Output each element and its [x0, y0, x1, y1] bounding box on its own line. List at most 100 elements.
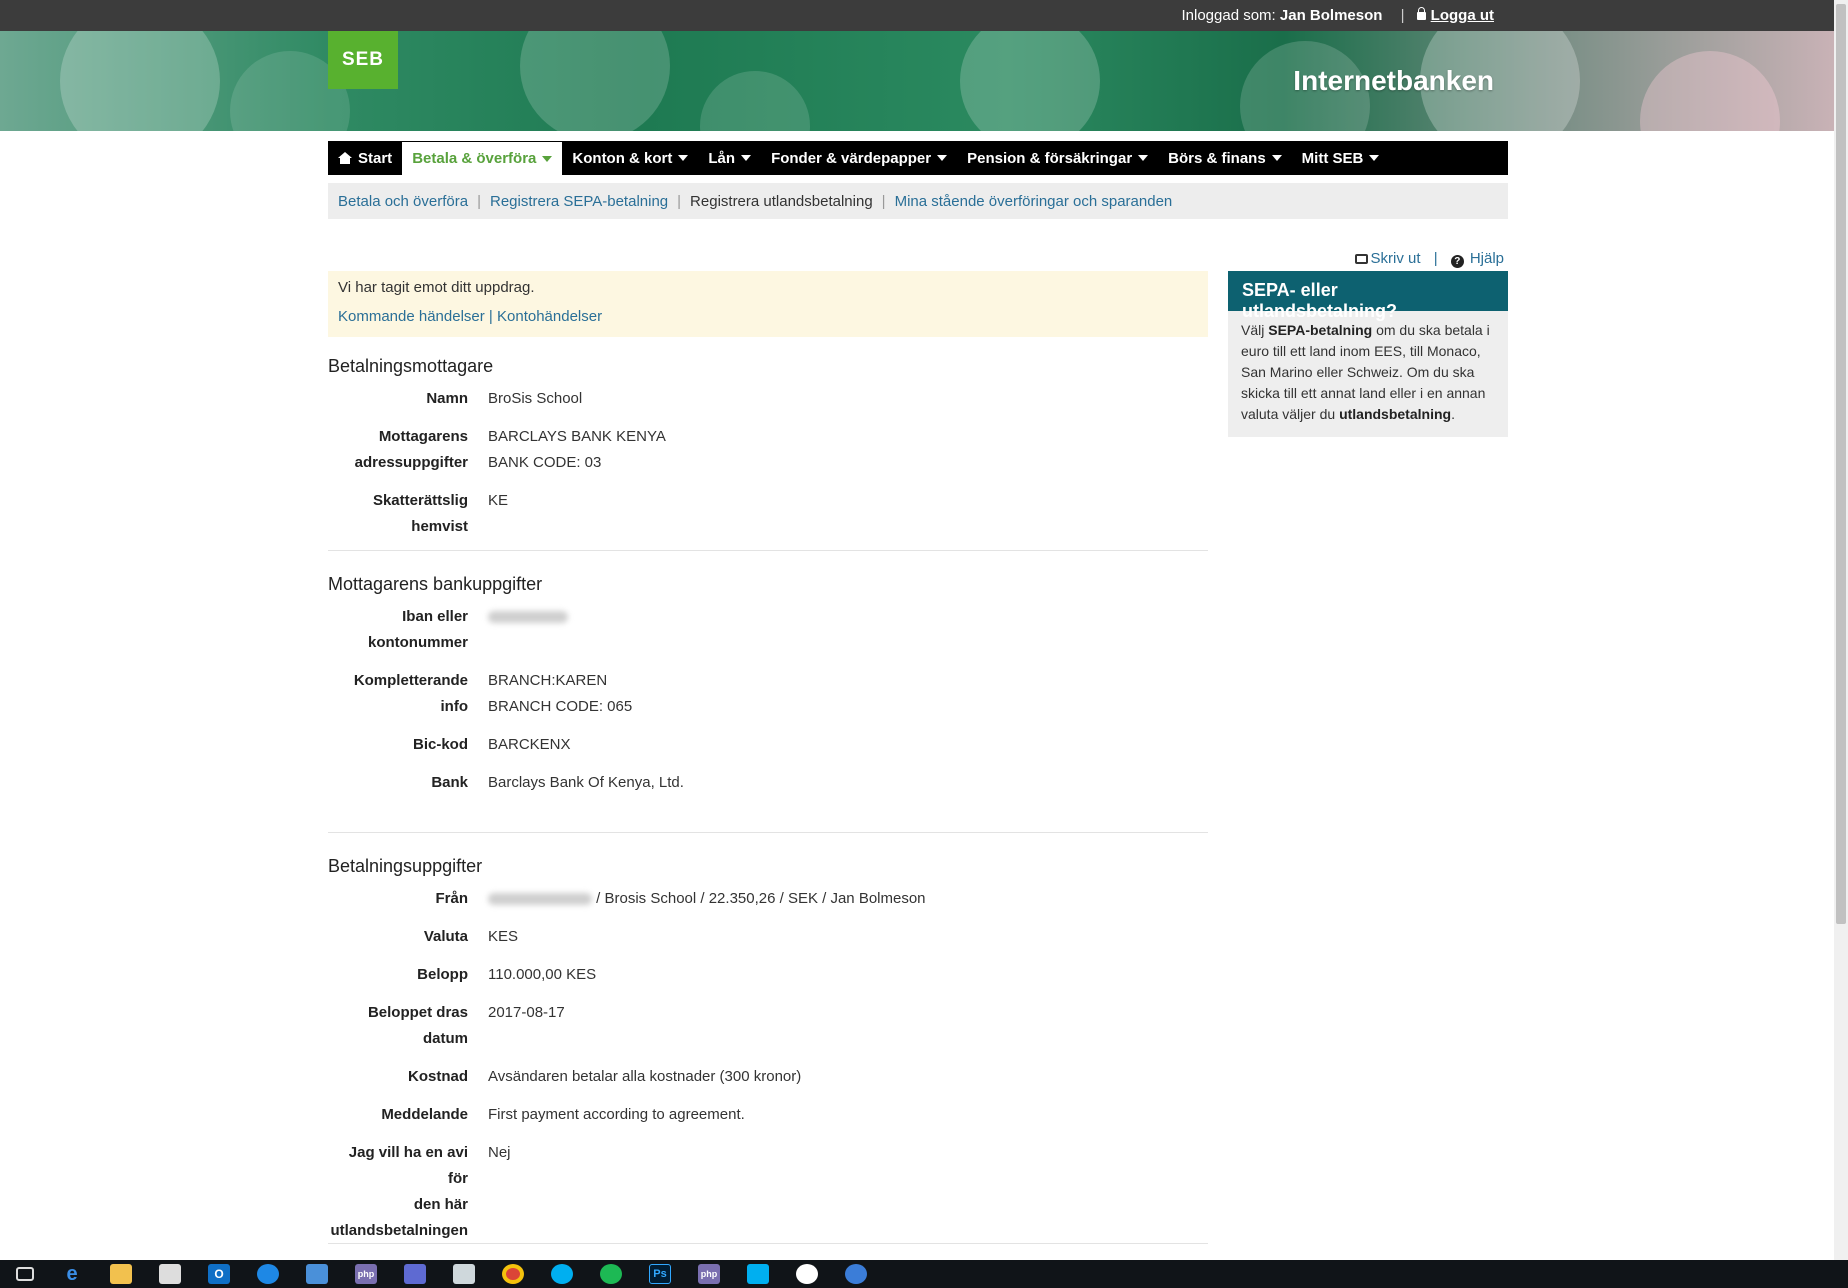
nav-pension-forsakringar[interactable]: Pension & försäkringar: [957, 141, 1158, 175]
subnav-registrera-utlandsbetalning[interactable]: Registrera utlandsbetalning: [690, 193, 873, 210]
amount-row: Belopp 110.000,00 KES: [328, 962, 1208, 988]
field-value: BRANCH:KAREN BRANCH CODE: 065: [488, 668, 632, 720]
label-line: utlandsbetalningen: [330, 1222, 468, 1239]
message-row: Meddelande First payment according to ag…: [328, 1102, 1208, 1128]
app-icon[interactable]: [453, 1264, 475, 1284]
subnav-staende-overforingar[interactable]: Mina stående överföringar och sparanden: [895, 193, 1173, 210]
nav-fonder-vardepapper[interactable]: Fonder & värdepapper: [761, 141, 957, 175]
nav-betala-overfora[interactable]: Betala & överföra: [402, 141, 563, 175]
spotify-icon[interactable]: [600, 1264, 622, 1284]
separator: |: [1400, 7, 1405, 24]
edge-icon[interactable]: e: [61, 1263, 83, 1285]
print-link[interactable]: Skriv ut: [1354, 250, 1421, 267]
currency-row: Valuta KES: [328, 924, 1208, 950]
chevron-down-icon: [741, 155, 752, 161]
field-value: KE: [488, 492, 509, 509]
confirmation-message: Vi har tagit emot ditt uppdrag.: [338, 279, 535, 296]
nav-lan[interactable]: Lån: [698, 141, 761, 175]
advice-row: Jag vill ha en avi för den här utlandsbeta…: [328, 1140, 1208, 1244]
field-label: Mottagarens adressuppgifter: [328, 424, 468, 476]
nav-label: Pension & försäkringar: [967, 149, 1133, 167]
nav-label: Mitt SEB: [1301, 149, 1364, 167]
user-info: Inloggad som: Jan Bolmeson | Logga ut: [1181, 7, 1494, 24]
field-label: Namn: [426, 390, 468, 407]
bic-row: Bic-kod BARCKENX: [328, 732, 1208, 758]
nav-bors-finans[interactable]: Börs & finans: [1158, 141, 1292, 175]
date-row: Beloppet dras datum 2017-08-17: [328, 1000, 1208, 1052]
nav-label: Betala & överföra: [412, 150, 537, 167]
cost-row: Kostnad Avsändaren betalar alla kostnade…: [328, 1064, 1208, 1090]
page-scrollbar[interactable]: [1834, 0, 1848, 1260]
help-link[interactable]: ? Hjälp: [1450, 250, 1504, 268]
separator: |: [1433, 250, 1438, 267]
field-label: Jag vill ha en avi för den här utlandsbeta…: [328, 1140, 468, 1244]
php-icon[interactable]: php: [355, 1264, 377, 1284]
field-label: Kompletterande info: [353, 672, 468, 715]
outlook-icon[interactable]: O: [208, 1264, 230, 1284]
banner-bokeh: [960, 31, 1100, 131]
field-label: Bic-kod: [412, 736, 468, 753]
section-divider: [328, 832, 1208, 833]
skype-icon[interactable]: [551, 1264, 573, 1284]
recipient-address-row: Mottagarens adressuppgifter BARCLAYS BANK…: [328, 424, 1208, 476]
logout-link[interactable]: Logga ut: [1431, 7, 1494, 24]
chrome-icon[interactable]: [502, 1264, 524, 1284]
payment-section: Betalningsuppgifter Från / Brosis School…: [328, 856, 1208, 1256]
field-value: First payment according to agreement.: [488, 1106, 745, 1123]
chevron-down-icon: [1271, 155, 1282, 161]
scrollbar-thumb[interactable]: [1836, 4, 1846, 924]
upcoming-events-link[interactable]: Kommande händelser: [338, 308, 485, 325]
subnav-registrera-sepa[interactable]: Registrera SEPA-betalning: [490, 193, 668, 210]
chat-icon[interactable]: [845, 1264, 867, 1284]
label-line: den här: [413, 1196, 468, 1213]
value-line: BRANCH:KAREN: [488, 672, 608, 689]
banner-bokeh: [520, 31, 670, 131]
field-value: / Brosis School / 22.350,26 / SEK / Jan …: [488, 886, 926, 912]
sidebox-text: .: [1451, 406, 1455, 422]
banner-bokeh: [700, 71, 810, 131]
field-label: Kostnad: [408, 1068, 468, 1085]
page-tools: Skriv ut | ? Hjälp: [1354, 250, 1504, 268]
slack-icon[interactable]: [796, 1264, 818, 1284]
nav-mitt-seb[interactable]: Mitt SEB: [1292, 141, 1390, 175]
app-icon[interactable]: [306, 1264, 328, 1284]
photoshop-icon[interactable]: Ps: [649, 1264, 671, 1284]
redacted-account-number: [488, 611, 568, 624]
section-title: Mottagarens bankuppgifter: [328, 574, 543, 594]
field-label: Skatterättslig hemvist: [372, 492, 468, 535]
print-label: Skriv ut: [1370, 250, 1421, 267]
nav-konton-kort[interactable]: Konton & kort: [562, 141, 698, 175]
section-title: Betalningsmottagare: [328, 356, 494, 376]
field-label: Meddelande: [381, 1106, 468, 1123]
chevron-down-icon: [937, 155, 948, 161]
network-icon[interactable]: [404, 1264, 426, 1284]
field-value: KES: [488, 928, 519, 945]
file-explorer-icon[interactable]: [110, 1264, 132, 1284]
field-label: Belopp: [417, 966, 468, 983]
store-icon[interactable]: [159, 1264, 181, 1284]
value-line: BARCLAYS BANK KENYA: [488, 428, 666, 445]
sidebox-bold: SEPA-betalning: [1268, 322, 1373, 338]
recipient-name-row: Namn BroSis School: [328, 386, 1208, 412]
account-events-link[interactable]: Kontohändelser: [497, 308, 602, 325]
subnav-betala-och-overfora[interactable]: Betala och överföra: [338, 193, 468, 210]
banner-bokeh: [60, 31, 220, 131]
label-line: Iban eller: [402, 608, 468, 625]
sidebox-body: Välj SEPA-betalning om du ska betala i e…: [1228, 311, 1508, 437]
seb-logo[interactable]: SEB: [328, 31, 398, 89]
nav-start[interactable]: Start: [328, 141, 402, 175]
field-value: 2017-08-17: [488, 1004, 565, 1021]
separator: |: [477, 192, 481, 210]
skype-icon[interactable]: [747, 1264, 769, 1284]
notice-links: Kommande händelser | Kontohändelser: [338, 308, 1198, 325]
task-view-icon[interactable]: [16, 1267, 34, 1281]
lock-icon: [1416, 7, 1426, 20]
from-row: Från / Brosis School / 22.350,26 / SEK /…: [328, 886, 1208, 912]
recipient-tax-row: Skatterättslig hemvist KE: [328, 488, 1208, 540]
section-divider: [328, 1243, 1208, 1244]
app-icon[interactable]: [257, 1264, 279, 1284]
php-icon[interactable]: php: [698, 1264, 720, 1284]
printer-icon: [1354, 254, 1368, 264]
info-sidebox: SEPA- eller utlandsbetalning? Välj SEPA-…: [1228, 271, 1508, 437]
nav-label: Lån: [708, 149, 736, 167]
